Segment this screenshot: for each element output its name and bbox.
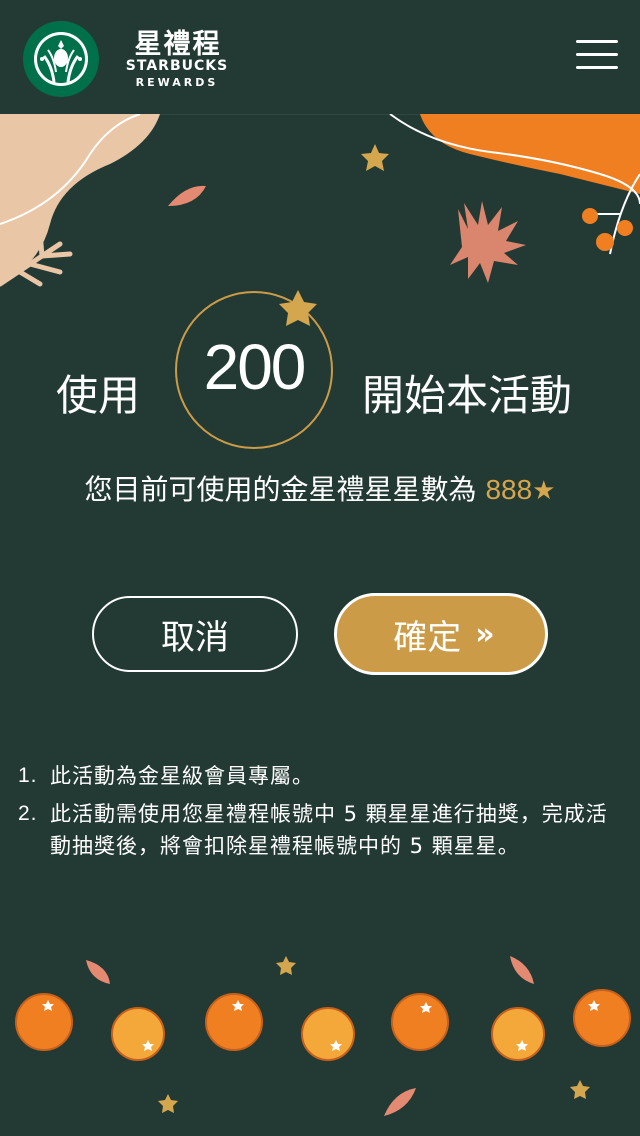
confirm-button[interactable]: 確定 » (334, 593, 548, 675)
list-item: 1. 此活動為金星級會員專屬。 (18, 760, 618, 792)
double-chevron-right-icon: » (475, 616, 495, 652)
star-balance-value: 888 (485, 474, 533, 505)
list-item-index: 2. (18, 802, 38, 825)
stars-required-value: 200 (203, 331, 307, 403)
hero-suffix: 開始本活動 (362, 371, 573, 420)
hero-prefix: 使用 (56, 371, 141, 420)
star-balance: 您目前可使用的金星禮星星數為 888★ (0, 468, 640, 508)
hamburger-menu-icon[interactable] (576, 40, 618, 76)
list-item-index: 1. (18, 764, 38, 787)
brand-title-zh: 星禮程 (134, 29, 222, 60)
brand-title-en: STARBUCKS (125, 58, 229, 74)
orange-fruit-icon (15, 989, 631, 1061)
list-item-text: 此活動需使用您星禮程帳號中 5 顆星星進行抽獎，完成活動抽獎後，將會扣除星禮程帳… (50, 802, 608, 858)
star-icon: ★ (532, 476, 556, 506)
cancel-button[interactable]: 取消 (92, 596, 298, 672)
terms-list: 1. 此活動為金星級會員專屬。 2. 此活動需使用您星禮程帳號中 5 顆星星進行… (18, 760, 618, 868)
star-balance-label: 您目前可使用的金星禮星星數為 (84, 473, 477, 506)
list-item-text: 此活動為金星級會員專屬。 (50, 764, 314, 788)
star-icon (279, 290, 317, 326)
app-header: 星禮程 STARBUCKS REWARDS (0, 0, 640, 115)
confirm-button-label: 確定 (393, 617, 462, 658)
starbucks-logo-icon[interactable] (22, 20, 100, 98)
cancel-button-label: 取消 (161, 617, 229, 658)
brand-subtitle: REWARDS (135, 76, 219, 89)
list-item: 2. 此活動需使用您星禮程帳號中 5 顆星星進行抽獎，完成活動抽獎後，將會扣除星… (18, 798, 618, 862)
autumn-decoration-bottom (15, 956, 631, 1116)
autumn-decoration-top (0, 114, 640, 287)
